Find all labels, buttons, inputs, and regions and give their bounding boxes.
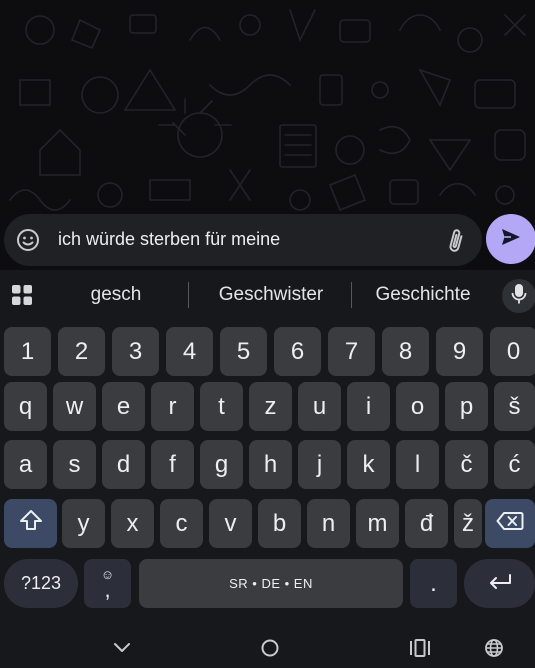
shift-icon <box>19 509 43 538</box>
key-s[interactable]: s <box>53 440 96 489</box>
emoji-icon[interactable] <box>16 228 40 252</box>
suggestion-bar: gesch Geschwister Geschichte <box>0 270 535 322</box>
key-z[interactable]: z <box>249 382 292 431</box>
key-2[interactable]: 2 <box>58 327 105 376</box>
key-9[interactable]: 9 <box>436 327 483 376</box>
comma-label: , <box>104 576 111 602</box>
key-1[interactable]: 1 <box>4 327 51 376</box>
key-l[interactable]: l <box>396 440 439 489</box>
suggestion-divider <box>188 282 189 308</box>
key-5[interactable]: 5 <box>220 327 267 376</box>
key-b[interactable]: b <box>258 499 301 548</box>
period-key[interactable]: . <box>410 559 457 608</box>
space-bar[interactable]: SR • DE • EN <box>139 559 403 608</box>
key-6[interactable]: 6 <box>274 327 321 376</box>
key-c-caron[interactable]: č <box>445 440 488 489</box>
key-d[interactable]: d <box>102 440 145 489</box>
key-p[interactable]: p <box>445 382 488 431</box>
key-7[interactable]: 7 <box>328 327 375 376</box>
suggestion-divider <box>351 282 352 308</box>
key-j[interactable]: j <box>298 440 341 489</box>
key-v[interactable]: v <box>209 499 252 548</box>
navigation-bar <box>0 628 535 668</box>
send-button[interactable] <box>486 214 535 264</box>
recents-icon[interactable] <box>409 638 431 663</box>
send-icon <box>500 226 522 253</box>
key-k[interactable]: k <box>347 440 390 489</box>
key-o[interactable]: o <box>396 382 439 431</box>
key-d-stroke[interactable]: đ <box>405 499 448 548</box>
key-x[interactable]: x <box>111 499 154 548</box>
key-m[interactable]: m <box>356 499 399 548</box>
key-q[interactable]: q <box>4 382 47 431</box>
enter-key[interactable] <box>464 559 535 608</box>
keyboard: gesch Geschwister Geschichte 1 2 3 4 5 6… <box>0 270 535 668</box>
symbols-key[interactable]: ?123 <box>4 559 78 608</box>
suggestion-1[interactable]: gesch <box>70 284 162 306</box>
message-composer[interactable]: ich würde sterben für meine <box>4 214 482 266</box>
shift-key[interactable] <box>4 499 57 548</box>
suggestion-3[interactable]: Geschichte <box>358 284 488 306</box>
key-t[interactable]: t <box>200 382 243 431</box>
key-h[interactable]: h <box>249 440 292 489</box>
microphone-icon <box>511 283 527 310</box>
key-z-caron[interactable]: ž <box>454 499 482 548</box>
backspace-key[interactable] <box>485 499 535 548</box>
key-e[interactable]: e <box>102 382 145 431</box>
emoji-comma-key[interactable]: ☺ , <box>84 559 131 608</box>
chevron-down-icon[interactable] <box>112 638 132 663</box>
key-r[interactable]: r <box>151 382 194 431</box>
key-u[interactable]: u <box>298 382 341 431</box>
key-0[interactable]: 0 <box>490 327 535 376</box>
key-y[interactable]: y <box>62 499 105 548</box>
key-n[interactable]: n <box>307 499 350 548</box>
grid-icon[interactable] <box>11 284 33 306</box>
paperclip-icon[interactable] <box>444 227 468 255</box>
circle-icon[interactable] <box>260 638 280 663</box>
key-f[interactable]: f <box>151 440 194 489</box>
key-4[interactable]: 4 <box>166 327 213 376</box>
backspace-icon <box>496 510 524 538</box>
key-s-caron[interactable]: š <box>494 382 535 431</box>
microphone-button[interactable] <box>502 279 535 313</box>
message-input[interactable]: ich würde sterben für meine <box>58 229 280 250</box>
key-g[interactable]: g <box>200 440 243 489</box>
key-w[interactable]: w <box>53 382 96 431</box>
key-c[interactable]: c <box>160 499 203 548</box>
key-i[interactable]: i <box>347 382 390 431</box>
enter-icon <box>487 570 513 598</box>
globe-icon[interactable] <box>484 638 504 663</box>
suggestion-2[interactable]: Geschwister <box>196 284 346 306</box>
key-3[interactable]: 3 <box>112 327 159 376</box>
key-8[interactable]: 8 <box>382 327 429 376</box>
key-a[interactable]: a <box>4 440 47 489</box>
key-c-acute[interactable]: ć <box>494 440 535 489</box>
